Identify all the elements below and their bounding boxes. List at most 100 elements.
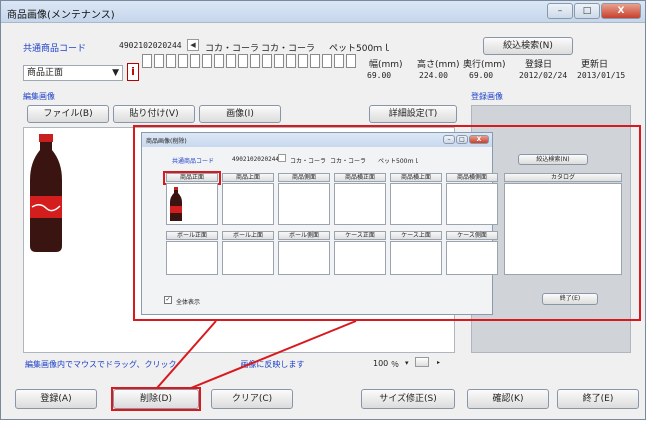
updated-value: 2013/01/15 (577, 71, 626, 80)
exit-button[interactable]: 終了(E) (557, 389, 639, 409)
color-slot[interactable] (262, 54, 272, 68)
editing-image-label: 編集画像 (23, 92, 55, 101)
header-case-top[interactable]: ケース上面 (390, 231, 442, 240)
image-cell-lying-top[interactable] (390, 183, 442, 225)
lookup-icon[interactable]: ◀ (187, 39, 199, 51)
image-cell-case-side[interactable] (446, 241, 498, 275)
dialog-title-bar: 商品画像(削除) – □ X (142, 133, 492, 147)
dialog-product-spec: ペット500ｍｌ (378, 158, 420, 165)
image-cell-case-front[interactable] (334, 241, 386, 275)
color-slot[interactable] (166, 54, 176, 68)
color-slot[interactable] (226, 54, 236, 68)
zoom-down-icon[interactable]: ▾ (405, 359, 409, 367)
image-cell-lying-side[interactable] (446, 183, 498, 225)
zoom-slider-thumb[interactable] (415, 357, 429, 367)
dialog-minimize-button[interactable]: – (443, 135, 455, 144)
image-cell-ball-front[interactable] (166, 241, 218, 275)
chevron-down-icon: ▼ (112, 68, 119, 78)
edit-hint: 編集画像内でマウスでドラッグ、クリック 画像に反映します (25, 360, 305, 369)
dialog-lookup-icon[interactable] (278, 154, 286, 162)
header-lying-front[interactable]: 商品横正面 (334, 173, 386, 182)
delete-button-highlight (111, 387, 201, 411)
color-slot[interactable] (202, 54, 212, 68)
file-button[interactable]: ファイル(B) (27, 105, 109, 123)
color-slot[interactable] (346, 54, 356, 68)
clear-button[interactable]: クリア(C) (211, 389, 293, 409)
dialog-maximize-button[interactable]: □ (456, 135, 468, 144)
close-button[interactable]: X (601, 3, 641, 19)
color-slot[interactable] (214, 54, 224, 68)
header-case-front[interactable]: ケース正面 (334, 231, 386, 240)
registered-image-label: 登録画像 (471, 92, 503, 101)
dialog-code-label: 共通商品コード (172, 158, 215, 165)
zoom-value: 100 (373, 359, 389, 368)
info-icon[interactable]: i (127, 63, 139, 81)
depth-value: 69.00 (469, 71, 494, 80)
color-slot[interactable] (178, 54, 188, 68)
zoom-unit: ％ (391, 360, 399, 369)
height-header: 高さ(mm) (417, 60, 460, 70)
header-ball-top[interactable]: ボール上面 (222, 231, 274, 240)
dialog-close-button[interactable]: X (469, 135, 489, 144)
color-slot[interactable] (190, 54, 200, 68)
bottle-thumbnail (170, 187, 182, 221)
register-button[interactable]: 登録(A) (15, 389, 97, 409)
color-slot[interactable] (274, 54, 284, 68)
minimize-button[interactable]: – (547, 3, 573, 19)
color-slot[interactable] (334, 54, 344, 68)
zoom-right-icon[interactable]: ▸ (437, 359, 440, 366)
dialog-search-button[interactable]: 絞込検索(N) (518, 154, 588, 165)
detail-settings-button[interactable]: 詳細設定(T) (369, 105, 457, 123)
delete-dialog: 商品画像(削除) – □ X 共通商品コード 4902102020244 コカ・… (141, 132, 622, 315)
image-cell-ball-top[interactable] (222, 241, 274, 275)
dialog-code-value: 4902102020244 (232, 156, 279, 163)
width-header: 幅(mm) (369, 60, 403, 70)
height-value: 224.00 (419, 71, 448, 80)
color-slot[interactable] (310, 54, 320, 68)
header-top[interactable]: 商品上面 (222, 173, 274, 182)
image-cell-lying-front[interactable] (334, 183, 386, 225)
header-side[interactable]: 商品側面 (278, 173, 330, 182)
show-all-label: 全体表示 (176, 299, 201, 306)
header-ball-front[interactable]: ボール正面 (166, 231, 218, 240)
color-slot[interactable] (322, 54, 332, 68)
size-fix-button[interactable]: サイズ修正(S) (361, 389, 455, 409)
image-button[interactable]: 画像(I) (199, 105, 281, 123)
confirm-button[interactable]: 確認(K) (467, 389, 549, 409)
color-slot[interactable] (298, 54, 308, 68)
color-slot[interactable] (142, 54, 152, 68)
color-slot[interactable] (238, 54, 248, 68)
dialog-maker-name: コカ・コーラ (290, 158, 327, 165)
image-type-select[interactable]: 商品正面 ▼ (23, 65, 123, 81)
image-cell-case-top[interactable] (390, 241, 442, 275)
header-catalog[interactable]: カタログ (504, 173, 622, 182)
color-slot[interactable] (250, 54, 260, 68)
header-ball-side[interactable]: ボール側面 (278, 231, 330, 240)
image-cell-front[interactable] (166, 183, 218, 225)
header-lying-top[interactable]: 商品横上面 (390, 173, 442, 182)
width-value: 69.00 (367, 71, 392, 80)
title-bar: 商品画像(メンテナンス) – □ X (1, 1, 645, 23)
registered-header: 登録日 (525, 60, 553, 70)
paste-button[interactable]: 貼り付け(V) (113, 105, 195, 123)
dialog-product-name: コカ・コーラ (330, 158, 367, 165)
color-slot[interactable] (286, 54, 296, 68)
image-cell-side[interactable] (278, 183, 330, 225)
window-title: 商品画像(メンテナンス) (7, 10, 115, 21)
image-cell-ball-side[interactable] (278, 241, 330, 275)
header-lying-side[interactable]: 商品横側面 (446, 173, 498, 182)
product-code-label: 共通商品コード (23, 44, 87, 54)
dialog-exit-button[interactable]: 終了(E) (542, 293, 598, 305)
image-cell-top[interactable] (222, 183, 274, 225)
depth-header: 奥行(mm) (463, 60, 506, 70)
show-all-checkbox[interactable]: ✓ (164, 296, 172, 304)
maker-name: コカ・コーラ (205, 44, 260, 54)
maximize-button[interactable]: □ (574, 3, 600, 19)
product-spec: ペット500ｍｌ (329, 44, 392, 54)
dialog-title: 商品画像(削除) (146, 138, 187, 145)
bottle-image (30, 134, 62, 252)
header-case-side[interactable]: ケース側面 (446, 231, 498, 240)
color-slot[interactable] (154, 54, 164, 68)
image-cell-catalog[interactable] (504, 183, 622, 275)
narrow-search-button[interactable]: 絞込検索(N) (483, 37, 573, 55)
